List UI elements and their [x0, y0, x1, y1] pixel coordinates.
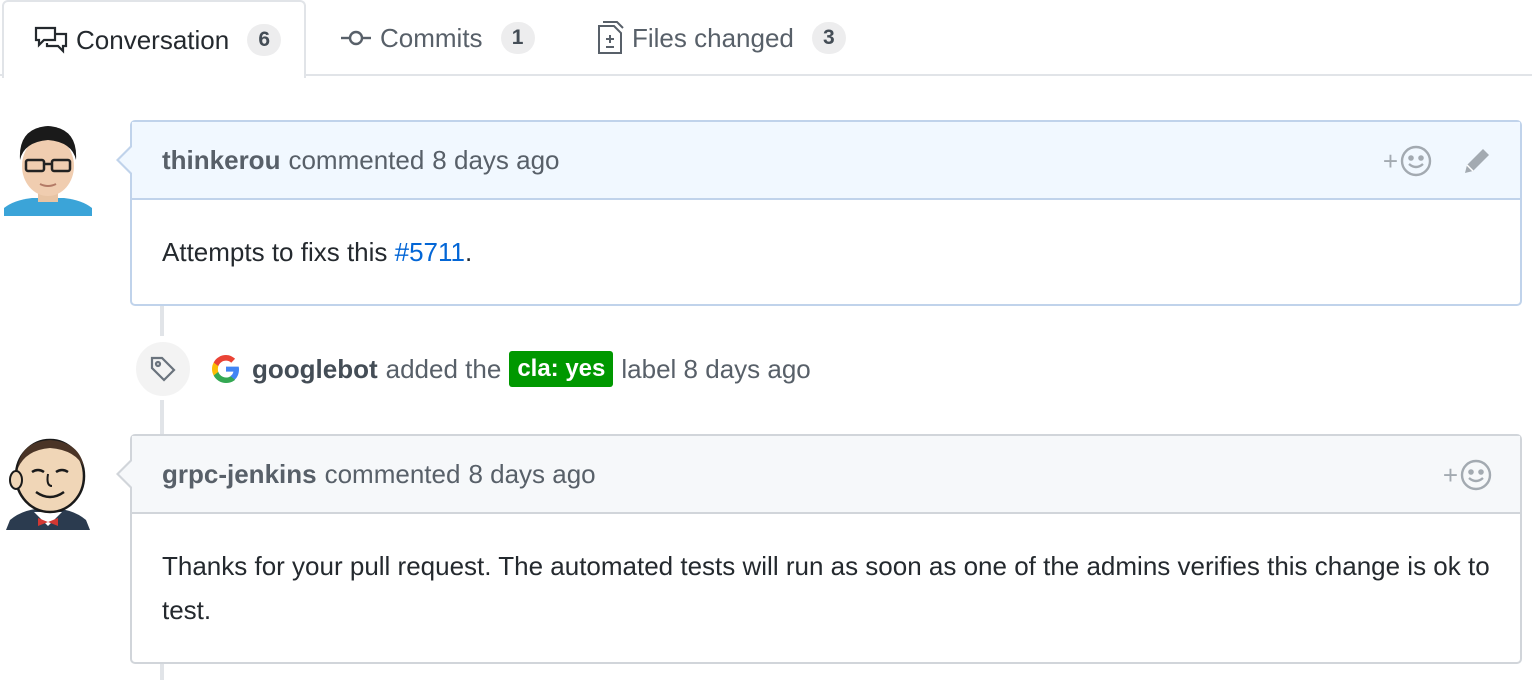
pr-tabs-bar: Conversation 6 Commits 1 Files changed 3: [0, 0, 1532, 78]
file-diff-icon: [596, 21, 624, 55]
event-text-after: label 8 days ago: [621, 353, 811, 384]
comment-author[interactable]: grpc-jenkins: [162, 459, 317, 490]
tab-commits[interactable]: Commits 1: [340, 0, 535, 76]
comment-actions: +: [1443, 436, 1492, 514]
tab-commits-count: 1: [500, 22, 535, 54]
jenkins-avatar-icon[interactable]: [4, 434, 92, 530]
tab-conversation-label: Conversation: [76, 24, 230, 55]
comment-author[interactable]: thinkerou: [162, 145, 280, 176]
comment-header: thinkerou commented 8 days ago +: [132, 122, 1520, 200]
comment-discussion-icon: [34, 25, 68, 55]
comment-thinkerou: thinkerou commented 8 days ago + Attempt…: [116, 120, 1522, 306]
comment-action: commented: [288, 144, 425, 175]
comment-text: Attempts to fixs this: [162, 237, 395, 267]
label-badge[interactable]: cla: yes: [509, 351, 614, 387]
comment-text: Thanks for your pull request. The automa…: [162, 551, 1490, 625]
comment-caret: [119, 460, 133, 488]
comment-text-suffix: .: [465, 237, 473, 267]
comment-caret: [119, 146, 133, 174]
google-logo-icon[interactable]: [210, 353, 242, 385]
issue-link[interactable]: #5711: [395, 237, 465, 267]
add-reaction-button[interactable]: +: [1443, 459, 1492, 491]
comment-header: grpc-jenkins commented 8 days ago +: [132, 436, 1520, 514]
reaction-plus: +: [1442, 459, 1458, 490]
event-author[interactable]: googlebot: [252, 354, 378, 385]
timeline-line: [160, 400, 164, 434]
reaction-plus: +: [1382, 145, 1398, 176]
add-reaction-button[interactable]: +: [1383, 145, 1432, 177]
timeline-line: [160, 306, 164, 336]
tab-commits-label: Commits: [380, 22, 483, 53]
tab-files-changed[interactable]: Files changed 3: [596, 0, 846, 76]
tab-files-changed-count: 3: [811, 22, 846, 54]
comment-body: Thanks for your pull request. The automa…: [132, 514, 1520, 632]
comment-time[interactable]: 8 days ago: [468, 459, 595, 490]
comment-action: commented: [324, 458, 461, 489]
tag-icon: [134, 340, 192, 398]
pencil-icon: [1465, 149, 1489, 173]
tab-conversation-count: 6: [247, 24, 282, 56]
comment-actions: +: [1383, 122, 1492, 200]
smiley-icon: [1460, 459, 1492, 491]
tab-files-changed-label: Files changed: [632, 22, 794, 53]
git-commit-icon: [340, 28, 372, 48]
event-text: added the: [385, 353, 502, 384]
smiley-icon: [1400, 145, 1432, 177]
timeline-line: [160, 664, 164, 680]
comment-grpc-jenkins: grpc-jenkins commented 8 days ago + Than…: [116, 434, 1522, 664]
comment-time[interactable]: 8 days ago: [432, 145, 559, 176]
comment-body: Attempts to fixs this #5711.: [132, 200, 1520, 274]
edit-comment-button[interactable]: [1462, 146, 1492, 176]
label-event: googlebot added the cla: yes label 8 day…: [134, 340, 811, 398]
tab-conversation[interactable]: Conversation 6: [2, 0, 306, 78]
user-avatar-icon[interactable]: [4, 120, 92, 216]
